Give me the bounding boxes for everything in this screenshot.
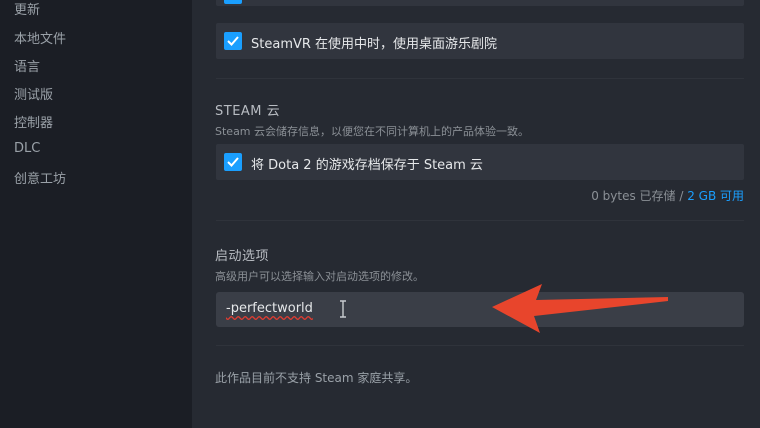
storage-used: 0 bytes 已存储 (591, 189, 676, 203)
sidebar: 更新 本地文件 语言 测试版 控制器 DLC 创意工坊 (0, 0, 192, 428)
checkmark-icon (227, 157, 239, 167)
main-panel (192, 0, 760, 428)
sidebar-item-controller[interactable]: 控制器 (14, 112, 53, 131)
section-divider (216, 220, 744, 221)
launch-options-value: -perfectworld (226, 301, 313, 316)
section-divider (216, 78, 744, 79)
steamvr-checkbox[interactable] (224, 32, 242, 50)
launch-options-title: 启动选项 (215, 249, 270, 264)
launch-options-description: 高级用户可以选择输入对启动选项的修改。 (215, 270, 424, 283)
storage-separator: / (675, 189, 688, 203)
cloud-section-title: STEAM 云 (215, 104, 281, 119)
cloud-save-row[interactable]: 将 Dota 2 的游戏存档保存于 Steam 云 (216, 144, 744, 180)
steamvr-option-label: SteamVR 在使用中时，使用桌面游乐剧院 (251, 37, 498, 52)
sidebar-item-language[interactable]: 语言 (14, 56, 40, 75)
steamvr-option-row[interactable]: SteamVR 在使用中时，使用桌面游乐剧院 (216, 23, 744, 59)
storage-available-link[interactable]: 2 GB 可用 (687, 189, 744, 203)
cloud-section-description: Steam 云会储存信息，以便您在不同计算机上的产品体验一致。 (215, 125, 530, 138)
sidebar-item-dlc[interactable]: DLC (14, 141, 40, 156)
sidebar-item-updates[interactable]: 更新 (14, 0, 40, 18)
sidebar-item-local-files[interactable]: 本地文件 (14, 28, 66, 47)
cloud-save-checkbox[interactable] (224, 153, 242, 171)
text-cursor-icon (340, 300, 346, 318)
cloud-storage-status: 0 bytes 已存储 / 2 GB 可用 (591, 187, 744, 204)
sidebar-item-workshop[interactable]: 创意工坊 (14, 168, 66, 187)
family-sharing-note: 此作品目前不支持 Steam 家庭共享。 (215, 371, 418, 385)
red-arrow-icon (492, 284, 668, 333)
checkbox-row-hidden[interactable] (216, 0, 744, 6)
checkmark-icon (226, 0, 240, 2)
checkmark-icon (227, 36, 239, 46)
cloud-save-label: 将 Dota 2 的游戏存档保存于 Steam 云 (251, 158, 483, 173)
section-divider (216, 345, 744, 346)
sidebar-item-betas[interactable]: 测试版 (14, 84, 53, 103)
checkbox-checked[interactable] (224, 0, 242, 4)
